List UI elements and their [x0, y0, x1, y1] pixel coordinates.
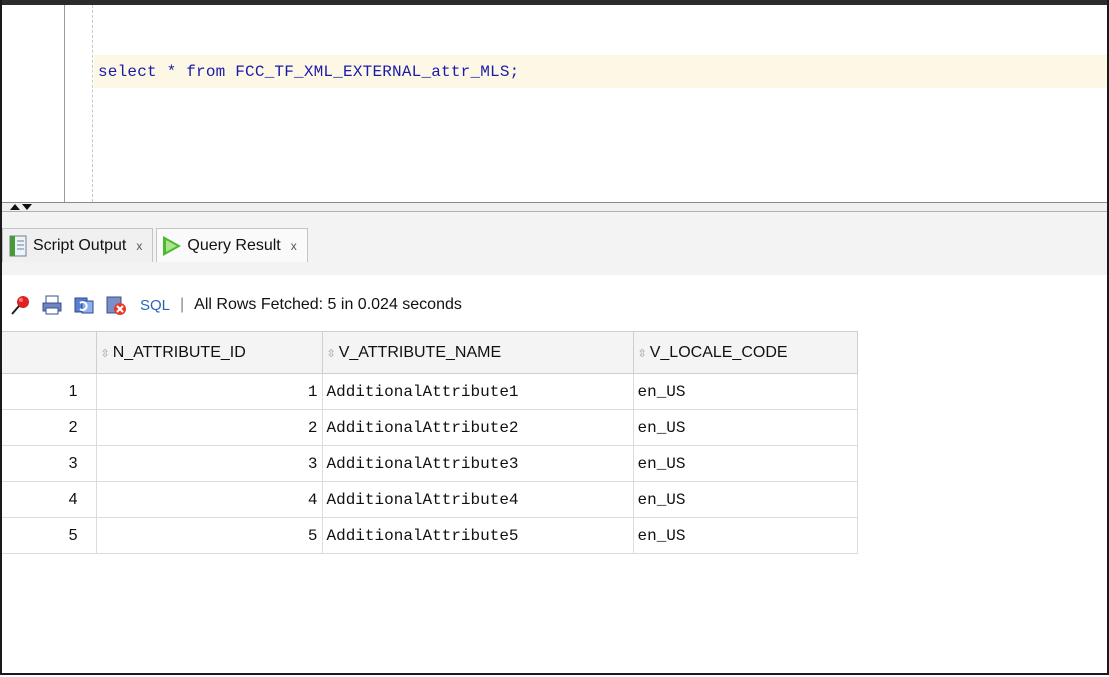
table-row[interactable]: 3 3 AdditionalAttribute3 en_US — [2, 445, 858, 482]
row-number[interactable]: 4 — [2, 481, 97, 518]
cell-locale-code[interactable]: en_US — [632, 481, 858, 518]
cell-attribute-name[interactable]: AdditionalAttribute4 — [321, 481, 634, 518]
sort-icon: ⇳ — [326, 347, 336, 360]
cell-attribute-name[interactable]: AdditionalAttribute5 — [321, 517, 634, 554]
column-header[interactable]: ⇳ V_ATTRIBUTE_NAME — [321, 331, 634, 374]
maximize-down-arrow-icon[interactable] — [22, 204, 32, 210]
cell-attribute-id[interactable]: 1 — [95, 373, 323, 410]
cell-attribute-id[interactable]: 3 — [95, 445, 323, 482]
script-output-icon — [9, 235, 27, 257]
close-icon[interactable]: x — [136, 239, 142, 253]
row-number[interactable]: 5 — [2, 517, 97, 554]
grid-header-row: ⇳ N_ATTRIBUTE_ID ⇳ V_ATTRIBUTE_NAME ⇳ V_LOC… — [2, 331, 858, 374]
run-play-icon — [163, 235, 182, 256]
pane-splitter[interactable] — [2, 202, 1107, 212]
column-header-label: V_LOCALE_CODE — [649, 343, 788, 361]
editor-indent-guide — [92, 5, 93, 202]
cell-attribute-name[interactable]: AdditionalAttribute2 — [321, 409, 634, 446]
column-header-label: V_ATTRIBUTE_NAME — [338, 343, 502, 361]
table-row[interactable]: 4 4 AdditionalAttribute4 en_US — [2, 481, 858, 518]
cell-attribute-name[interactable]: AdditionalAttribute3 — [321, 445, 634, 482]
refresh-icon[interactable] — [72, 293, 96, 317]
row-number[interactable]: 3 — [2, 445, 97, 482]
toolbar-separator: | — [180, 296, 185, 313]
row-number[interactable]: 1 — [2, 373, 97, 410]
tab-query-result-label: Query Result — [187, 236, 281, 254]
sql-statement[interactable]: select * from FCC_TF_XML_EXTERNAL_attr_M… — [98, 63, 519, 81]
cell-locale-code[interactable]: en_US — [632, 373, 858, 410]
maximize-up-arrow-icon[interactable] — [10, 204, 20, 210]
result-toolbar: SQL | All Rows Fetched: 5 in 0.024 secon… — [2, 282, 1107, 328]
column-header-label: N_ATTRIBUTE_ID — [112, 343, 246, 361]
tab-script-output[interactable]: Script Output x — [2, 228, 154, 262]
cell-attribute-id[interactable]: 4 — [95, 481, 323, 518]
cell-attribute-id[interactable]: 5 — [95, 517, 323, 554]
cell-locale-code[interactable]: en_US — [632, 409, 858, 446]
output-tab-bar: Script Output x Query Result x — [2, 212, 1107, 275]
print-icon[interactable] — [40, 293, 64, 317]
close-icon[interactable]: x — [291, 239, 297, 253]
cell-attribute-id[interactable]: 2 — [95, 409, 323, 446]
table-row[interactable]: 5 5 AdditionalAttribute5 en_US — [2, 517, 858, 554]
row-number[interactable]: 2 — [2, 409, 97, 446]
column-header[interactable]: ⇳ V_LOCALE_CODE — [632, 331, 858, 374]
cell-locale-code[interactable]: en_US — [632, 445, 858, 482]
column-header[interactable]: ⇳ N_ATTRIBUTE_ID — [95, 331, 323, 374]
pin-icon[interactable] — [8, 293, 32, 317]
tab-query-result[interactable]: Query Result x — [156, 228, 308, 262]
sql-link[interactable]: SQL — [140, 297, 170, 314]
tab-script-output-label: Script Output — [33, 236, 127, 254]
cell-locale-code[interactable]: en_US — [632, 517, 858, 554]
sort-icon: ⇳ — [637, 347, 647, 360]
result-grid: ⇳ N_ATTRIBUTE_ID ⇳ V_ATTRIBUTE_NAME ⇳ V_LOC… — [2, 331, 858, 554]
fetch-status: All Rows Fetched: 5 in 0.024 seconds — [194, 296, 462, 313]
sort-icon: ⇳ — [100, 347, 110, 360]
editor-gutter-divider — [64, 5, 65, 202]
sql-editor[interactable]: select * from FCC_TF_XML_EXTERNAL_attr_M… — [2, 5, 1107, 202]
clear-icon[interactable] — [104, 293, 128, 317]
row-number-header — [2, 331, 97, 374]
table-row[interactable]: 1 1 AdditionalAttribute1 en_US — [2, 373, 858, 410]
table-row[interactable]: 2 2 AdditionalAttribute2 en_US — [2, 409, 858, 446]
cell-attribute-name[interactable]: AdditionalAttribute1 — [321, 373, 634, 410]
